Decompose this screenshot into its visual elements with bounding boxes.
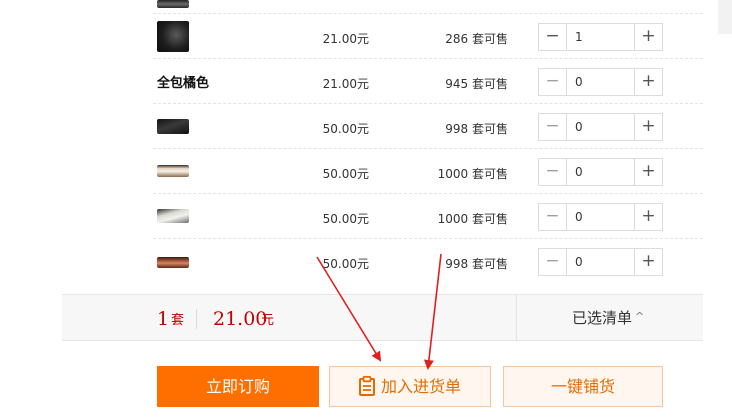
increase-button[interactable]: + bbox=[634, 69, 662, 95]
selected-total: 21.00 bbox=[213, 308, 268, 330]
caret-up-icon[interactable]: ^ bbox=[635, 308, 644, 326]
variant-stock: 1000 套可售 bbox=[437, 167, 508, 181]
variant-stock: 998 套可售 bbox=[445, 257, 508, 271]
increase-button[interactable]: + bbox=[634, 249, 662, 275]
quantity-input[interactable] bbox=[567, 114, 635, 140]
increase-button[interactable]: + bbox=[634, 204, 662, 230]
variant-stock: 286 套可售 bbox=[445, 32, 508, 46]
one-click-stock-button[interactable]: 一键铺货 bbox=[503, 366, 663, 407]
clipboard-icon bbox=[358, 376, 375, 396]
quantity-stepper: − + bbox=[538, 158, 663, 186]
variant-thumbnail[interactable] bbox=[157, 165, 189, 177]
selected-count: 1 bbox=[157, 308, 170, 330]
quantity-input[interactable] bbox=[567, 249, 635, 275]
buy-now-button[interactable]: 立即订购 bbox=[157, 366, 319, 407]
decrease-button[interactable]: − bbox=[539, 114, 567, 140]
quantity-stepper: − + bbox=[538, 23, 663, 51]
quantity-input[interactable] bbox=[567, 69, 635, 95]
one-click-stock-label: 一键铺货 bbox=[550, 377, 615, 396]
add-to-cart-button[interactable]: 加入进货单 bbox=[329, 366, 491, 407]
variant-row: 50.00元 998 套可售 − + bbox=[0, 239, 732, 284]
variant-name[interactable]: 全包橘色 bbox=[157, 76, 209, 92]
quantity-input[interactable] bbox=[567, 204, 635, 230]
variant-row: 50.00元 1000 套可售 − + bbox=[0, 194, 732, 239]
quantity-input[interactable] bbox=[567, 24, 635, 50]
variant-thumbnail[interactable] bbox=[157, 209, 189, 223]
decrease-button[interactable]: − bbox=[539, 69, 567, 95]
add-to-cart-label: 加入进货单 bbox=[380, 377, 461, 396]
selected-list-toggle[interactable]: 已选清单 bbox=[572, 309, 632, 327]
quantity-stepper: − + bbox=[538, 203, 663, 231]
variant-row: 50.00元 998 套可售 − + bbox=[0, 104, 732, 149]
variant-thumbnail[interactable] bbox=[157, 0, 189, 8]
variant-stock: 1000 套可售 bbox=[437, 212, 508, 226]
quantity-stepper: − + bbox=[538, 68, 663, 96]
summary-divider bbox=[196, 309, 197, 329]
variant-row bbox=[0, 0, 732, 14]
selection-summary-bar: 1 套 21.00 元 已选清单 ^ bbox=[62, 294, 703, 341]
side-scroll-strip[interactable] bbox=[718, 0, 732, 34]
variant-row: 21.00元 286 套可售 − + bbox=[0, 14, 732, 59]
variant-price: 50.00元 bbox=[322, 212, 369, 226]
increase-button[interactable]: + bbox=[634, 159, 662, 185]
increase-button[interactable]: + bbox=[634, 114, 662, 140]
variant-stock: 998 套可售 bbox=[445, 122, 508, 136]
increase-button[interactable]: + bbox=[634, 24, 662, 50]
quantity-stepper: − + bbox=[538, 113, 663, 141]
variant-price: 21.00元 bbox=[322, 32, 369, 46]
variant-price: 21.00元 bbox=[322, 77, 369, 91]
decrease-button[interactable]: − bbox=[539, 204, 567, 230]
quantity-input[interactable] bbox=[567, 159, 635, 185]
variant-row: 50.00元 1000 套可售 − + bbox=[0, 149, 732, 194]
summary-vertical-divider bbox=[516, 295, 517, 340]
variant-thumbnail[interactable] bbox=[157, 119, 189, 134]
selected-total-currency: 元 bbox=[261, 313, 275, 328]
decrease-button[interactable]: − bbox=[539, 24, 567, 50]
variant-price: 50.00元 bbox=[322, 122, 369, 136]
decrease-button[interactable]: − bbox=[539, 159, 567, 185]
decrease-button[interactable]: − bbox=[539, 249, 567, 275]
buy-now-label: 立即订购 bbox=[205, 377, 270, 396]
selected-count-unit: 套 bbox=[171, 313, 185, 328]
quantity-stepper: − + bbox=[538, 248, 663, 276]
variant-price: 50.00元 bbox=[322, 167, 369, 181]
variant-row: 全包橘色 21.00元 945 套可售 − + bbox=[0, 59, 732, 104]
variant-thumbnail[interactable] bbox=[157, 21, 189, 52]
variant-stock: 945 套可售 bbox=[445, 77, 508, 91]
variant-thumbnail[interactable] bbox=[157, 257, 189, 268]
variant-price: 50.00元 bbox=[322, 257, 369, 271]
